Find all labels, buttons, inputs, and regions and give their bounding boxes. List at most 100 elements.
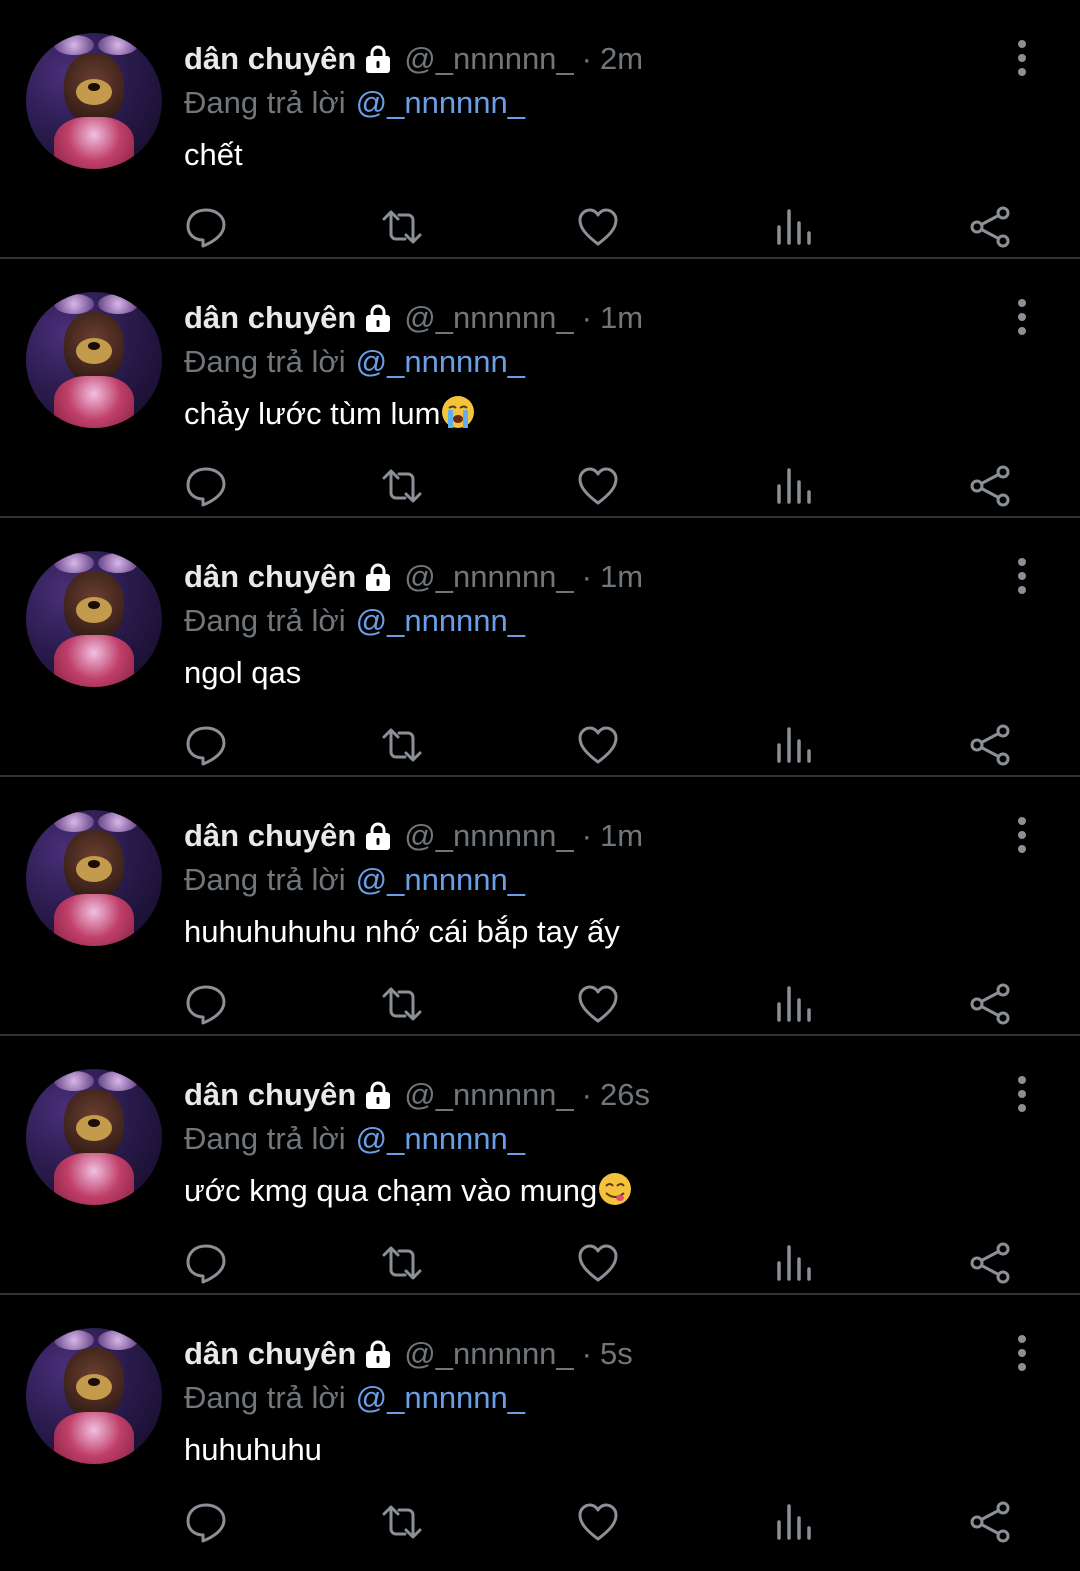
share-icon xyxy=(970,724,1010,766)
more-options-button[interactable] xyxy=(1004,556,1040,596)
user-handle[interactable]: @_nnnnnn_ xyxy=(404,296,573,340)
retweet-button[interactable] xyxy=(380,723,428,771)
retweet-button[interactable] xyxy=(380,205,428,253)
tweet-item[interactable]: dân chuyên @_nnnnnn_ · 1m Đang trả lời @_… xyxy=(0,518,1080,777)
views-button[interactable] xyxy=(772,464,820,512)
tweet-text-body: chết xyxy=(184,137,243,172)
views-bar-chart-icon xyxy=(777,727,811,763)
tweet-item[interactable]: dân chuyên @_nnnnnn_ · 2m Đang trả lời @_… xyxy=(0,0,1080,259)
like-button[interactable] xyxy=(576,1500,624,1548)
more-options-button[interactable] xyxy=(1004,1074,1040,1114)
replying-to: Đang trả lời @_nnnnnn_ xyxy=(184,599,1040,643)
views-bar-chart-icon xyxy=(777,986,811,1022)
share-icon xyxy=(970,983,1010,1025)
reply-button[interactable] xyxy=(184,723,232,771)
display-name[interactable]: dân chuyên xyxy=(184,296,356,340)
like-button[interactable] xyxy=(576,1241,624,1289)
tweet-header: dân chuyên @_nnnnnn_ · 1m xyxy=(184,296,1040,340)
views-button[interactable] xyxy=(772,723,820,771)
like-button[interactable] xyxy=(576,464,624,512)
user-handle[interactable]: @_nnnnnn_ xyxy=(404,37,573,81)
tweet-item[interactable]: dân chuyên @_nnnnnn_ · 26s Đang trả lời @… xyxy=(0,1036,1080,1295)
tweet-item[interactable]: dân chuyên @_nnnnnn_ · 1m Đang trả lời @_… xyxy=(0,259,1080,518)
display-name[interactable]: dân chuyên xyxy=(184,555,356,599)
display-name[interactable]: dân chuyên xyxy=(184,814,356,858)
more-vertical-icon xyxy=(1018,817,1026,825)
avatar[interactable] xyxy=(26,810,162,946)
share-button[interactable] xyxy=(968,205,1016,253)
share-button[interactable] xyxy=(968,723,1016,771)
lock-icon xyxy=(362,1338,394,1370)
views-button[interactable] xyxy=(772,1500,820,1548)
reply-icon xyxy=(186,726,226,766)
more-options-button[interactable] xyxy=(1004,815,1040,855)
like-button[interactable] xyxy=(576,205,624,253)
retweet-icon xyxy=(382,469,422,503)
retweet-button[interactable] xyxy=(380,1500,428,1548)
timestamp[interactable]: 2m xyxy=(600,37,643,81)
reply-button[interactable] xyxy=(184,205,232,253)
user-handle[interactable]: @_nnnnnn_ xyxy=(404,1073,573,1117)
reply-button[interactable] xyxy=(184,464,232,512)
user-handle[interactable]: @_nnnnnn_ xyxy=(404,814,573,858)
tweet-text-body: ước kmg qua chạm vào mung xyxy=(184,1173,598,1208)
more-options-button[interactable] xyxy=(1004,297,1040,337)
replying-to-handle[interactable]: @_nnnnnn_ xyxy=(356,1121,525,1156)
timestamp[interactable]: 1m xyxy=(600,296,643,340)
replying-to-handle[interactable]: @_nnnnnn_ xyxy=(356,344,525,379)
replying-to-label: Đang trả lời xyxy=(184,862,346,897)
user-handle[interactable]: @_nnnnnn_ xyxy=(404,1332,573,1376)
avatar[interactable] xyxy=(26,1069,162,1205)
timestamp[interactable]: 5s xyxy=(600,1332,633,1376)
tweet-item[interactable]: dân chuyên @_nnnnnn_ · 5s Đang trả lời @_… xyxy=(0,1295,1080,1554)
avatar[interactable] xyxy=(26,551,162,687)
replying-to-handle[interactable]: @_nnnnnn_ xyxy=(356,1380,525,1415)
replying-to-handle[interactable]: @_nnnnnn_ xyxy=(356,85,525,120)
share-button[interactable] xyxy=(968,982,1016,1030)
like-button[interactable] xyxy=(576,723,624,771)
timestamp[interactable]: 1m xyxy=(600,555,643,599)
tweet-content: dân chuyên @_nnnnnn_ · 26s Đang trả lời @… xyxy=(184,1073,1040,1213)
share-button[interactable] xyxy=(968,1500,1016,1548)
timestamp[interactable]: 1m xyxy=(600,814,643,858)
reply-icon xyxy=(186,1503,226,1543)
retweet-button[interactable] xyxy=(380,982,428,1030)
tweet-content: dân chuyên @_nnnnnn_ · 2m Đang trả lời @_… xyxy=(184,37,1040,177)
display-name[interactable]: dân chuyên xyxy=(184,1073,356,1117)
retweet-button[interactable] xyxy=(380,464,428,512)
display-name[interactable]: dân chuyên xyxy=(184,37,356,81)
heart-icon xyxy=(578,1244,618,1282)
heart-icon xyxy=(578,467,618,505)
display-name[interactable]: dân chuyên xyxy=(184,1332,356,1376)
retweet-icon xyxy=(382,1505,422,1539)
user-handle[interactable]: @_nnnnnn_ xyxy=(404,555,573,599)
avatar[interactable] xyxy=(26,1328,162,1464)
timestamp[interactable]: 26s xyxy=(600,1073,650,1117)
separator: · xyxy=(581,818,592,853)
replying-to-handle[interactable]: @_nnnnnn_ xyxy=(356,862,525,897)
replying-to-handle[interactable]: @_nnnnnn_ xyxy=(356,603,525,638)
lock-icon xyxy=(362,302,394,334)
retweet-button[interactable] xyxy=(380,1241,428,1289)
views-bar-chart-icon xyxy=(777,209,811,245)
face-savoring-food-icon xyxy=(597,1171,633,1207)
tweet-header: dân chuyên @_nnnnnn_ · 26s xyxy=(184,1073,1040,1117)
share-button[interactable] xyxy=(968,464,1016,512)
tweet-text: ngol qas xyxy=(184,651,1040,695)
views-button[interactable] xyxy=(772,1241,820,1289)
views-button[interactable] xyxy=(772,205,820,253)
reply-button[interactable] xyxy=(184,1241,232,1289)
reply-button[interactable] xyxy=(184,982,232,1030)
more-options-button[interactable] xyxy=(1004,1333,1040,1373)
more-options-button[interactable] xyxy=(1004,38,1040,78)
share-button[interactable] xyxy=(968,1241,1016,1289)
separator: · xyxy=(581,1336,592,1371)
avatar[interactable] xyxy=(26,33,162,169)
avatar[interactable] xyxy=(26,292,162,428)
tweet-text: huhuhuhuhu nhớ cái bắp tay ấy xyxy=(184,910,1040,954)
views-button[interactable] xyxy=(772,982,820,1030)
tweet-item[interactable]: dân chuyên @_nnnnnn_ · 1m Đang trả lời @_… xyxy=(0,777,1080,1036)
share-icon xyxy=(970,465,1010,507)
reply-button[interactable] xyxy=(184,1500,232,1548)
like-button[interactable] xyxy=(576,982,624,1030)
